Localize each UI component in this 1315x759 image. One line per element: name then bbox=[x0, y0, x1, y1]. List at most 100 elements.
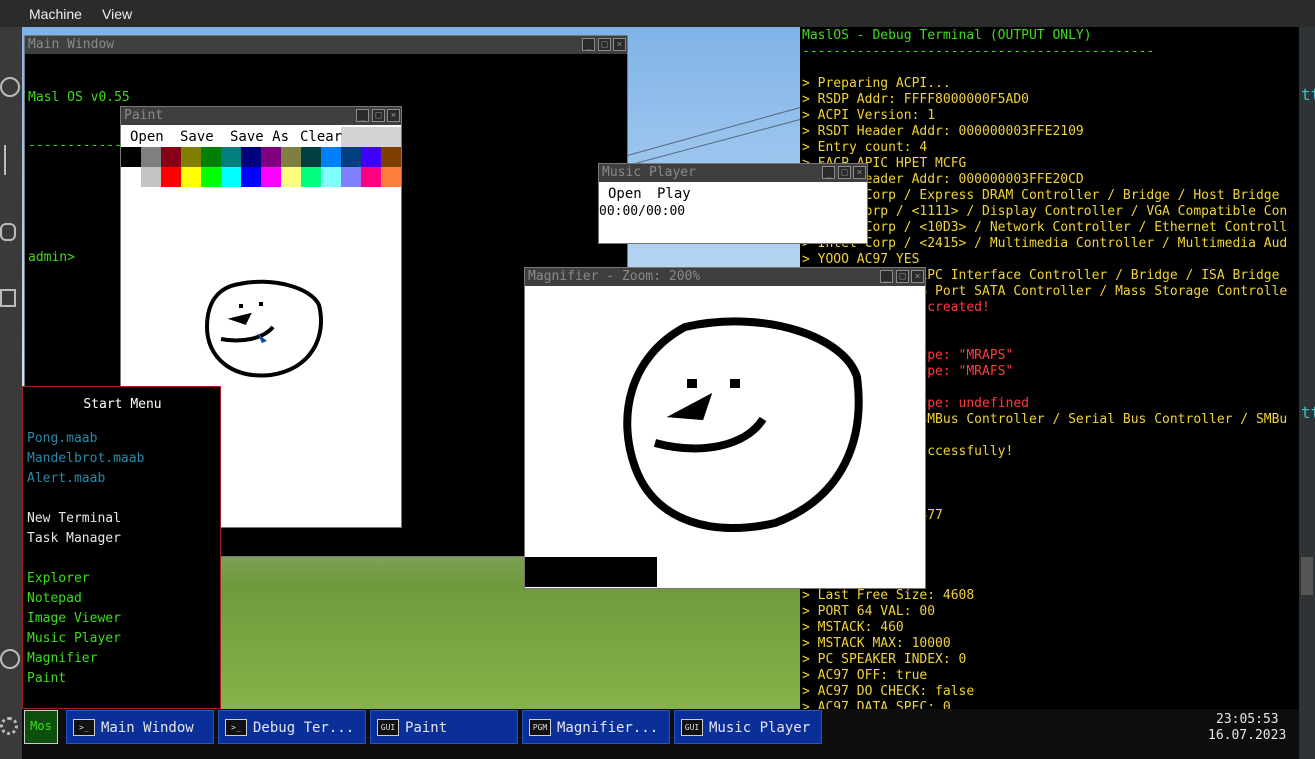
taskbar-button[interactable]: GUI Music Player bbox=[674, 710, 822, 744]
palette-swatch[interactable] bbox=[381, 147, 401, 167]
start-menu-item[interactable]: Image Viewer bbox=[27, 609, 144, 629]
palette-swatch[interactable] bbox=[121, 167, 141, 187]
palette-swatch[interactable] bbox=[141, 167, 161, 187]
paint-titlebar[interactable]: Paint _ □ × bbox=[121, 107, 401, 125]
paint-save-button[interactable]: Save bbox=[180, 129, 214, 145]
paint-save-as-button[interactable]: Save As bbox=[230, 129, 289, 145]
search-icon[interactable] bbox=[0, 77, 20, 97]
palette-swatch[interactable] bbox=[381, 167, 401, 187]
taskbar-button[interactable]: PGM Magnifier... bbox=[522, 710, 670, 744]
maximize-icon[interactable]: □ bbox=[372, 109, 385, 122]
debug-line: > MCFG Header Addr: 000000003FFE20CD bbox=[802, 172, 1084, 187]
maximize-icon[interactable]: □ bbox=[838, 166, 851, 179]
palette-swatch[interactable] bbox=[241, 167, 261, 187]
palette-swatch[interactable] bbox=[161, 167, 181, 187]
host-menu-view[interactable]: View bbox=[102, 6, 132, 22]
start-menu-item[interactable]: Magnifier bbox=[27, 649, 144, 669]
palette-swatch[interactable] bbox=[361, 147, 381, 167]
debug-line: > ACPI Version: 1 bbox=[802, 108, 936, 123]
music-player-titlebar[interactable]: Music Player _ □ × bbox=[599, 164, 867, 182]
start-menu-spacer bbox=[27, 549, 144, 569]
start-menu-item[interactable]: Music Player bbox=[27, 629, 144, 649]
start-menu-item[interactable]: Notepad bbox=[27, 589, 144, 609]
palette-swatch[interactable] bbox=[241, 147, 261, 167]
host-side-panel: tt tt bbox=[1299, 27, 1315, 759]
debug-terminal-title: MaslOS - Debug Terminal (OUTPUT ONLY) bbox=[802, 28, 1092, 43]
palette-swatch[interactable] bbox=[321, 147, 341, 167]
gear-icon[interactable] bbox=[0, 717, 18, 735]
start-menu-item[interactable]: Paint bbox=[27, 669, 144, 689]
start-menu-item[interactable]: New Terminal bbox=[27, 509, 144, 529]
debug-line: > Intel Corp / <2415> / Multimedia Contr… bbox=[802, 236, 1288, 251]
music-player-window[interactable]: Music Player _ □ × Open Play 00:00/00:00 bbox=[598, 163, 868, 244]
taskbar-button-label: Music Player bbox=[709, 720, 811, 736]
palette-swatch[interactable] bbox=[301, 167, 321, 187]
palette-swatch[interactable] bbox=[281, 147, 301, 167]
window-icon: GUI bbox=[681, 719, 703, 736]
taskbar-button[interactable]: >_ Debug Ter... bbox=[218, 710, 366, 744]
maximize-icon[interactable]: □ bbox=[598, 38, 611, 51]
minimize-icon[interactable]: _ bbox=[356, 109, 369, 122]
palette-swatch[interactable] bbox=[201, 147, 221, 167]
debug-line: > RSDP Addr: FFFF8000000F5AD0 bbox=[802, 92, 1029, 107]
palette-swatch[interactable] bbox=[201, 167, 221, 187]
palette-swatch[interactable] bbox=[261, 167, 281, 187]
palette-swatch[interactable] bbox=[221, 147, 241, 167]
main-window-titlebar[interactable]: Main Window _ □ × bbox=[25, 36, 627, 54]
terminal-prompt[interactable]: admin> bbox=[28, 250, 130, 266]
account-icon[interactable] bbox=[0, 649, 20, 669]
music-play-button[interactable]: Play bbox=[657, 186, 691, 202]
magnifier-titlebar[interactable]: Magnifier - Zoom: 200% _ □ × bbox=[525, 268, 925, 286]
taskbar-button[interactable]: GUI Paint bbox=[370, 710, 518, 744]
music-open-button[interactable]: Open bbox=[608, 186, 642, 202]
taskbar-button[interactable]: >_ Main Window bbox=[66, 710, 214, 744]
start-menu-item[interactable]: Mandelbrot.maab bbox=[27, 449, 144, 469]
main-window-terminal[interactable]: Masl OS v0.55 ------------ admin> bbox=[28, 58, 130, 298]
debug-line: > YOOO AC97 YES bbox=[802, 252, 920, 267]
window-icon: >_ bbox=[73, 719, 95, 736]
clock-date: 16.07.2023 bbox=[1208, 728, 1287, 743]
debug-icon[interactable] bbox=[0, 223, 16, 241]
start-menu-item[interactable]: Explorer bbox=[27, 569, 144, 589]
close-icon[interactable]: × bbox=[387, 109, 400, 122]
close-icon[interactable]: × bbox=[911, 270, 924, 283]
start-menu-item[interactable]: Pong.maab bbox=[27, 429, 144, 449]
debug-line: > Preparing ACPI... bbox=[802, 76, 951, 91]
minimize-icon[interactable]: _ bbox=[582, 38, 595, 51]
minimize-icon[interactable]: _ bbox=[880, 270, 893, 283]
start-button[interactable]: Mos bbox=[24, 710, 58, 744]
start-menu-item[interactable]: Task Manager bbox=[27, 529, 144, 549]
palette-swatch[interactable] bbox=[181, 167, 201, 187]
palette-swatch[interactable] bbox=[341, 167, 361, 187]
window-icon: PGM bbox=[529, 719, 551, 736]
palette-swatch[interactable] bbox=[321, 167, 341, 187]
palette-swatch[interactable] bbox=[341, 147, 361, 167]
git-icon[interactable] bbox=[4, 145, 16, 175]
debug-line: > AC97 DO CHECK: false bbox=[802, 684, 975, 699]
magnifier-window[interactable]: Magnifier - Zoom: 200% _ □ × bbox=[524, 267, 926, 589]
start-menu-item[interactable]: Alert.maab bbox=[27, 469, 144, 489]
maximize-icon[interactable]: □ bbox=[896, 270, 909, 283]
close-icon[interactable]: × bbox=[853, 166, 866, 179]
palette-swatch[interactable] bbox=[121, 147, 141, 167]
scrollbar-thumb[interactable] bbox=[1301, 557, 1313, 595]
paint-palette bbox=[121, 147, 401, 187]
palette-swatch[interactable] bbox=[301, 147, 321, 167]
palette-swatch[interactable] bbox=[261, 147, 281, 167]
start-menu[interactable]: Start Menu Pong.maab Mandelbrot.maab Alert… bbox=[22, 386, 221, 709]
palette-swatch[interactable] bbox=[221, 167, 241, 187]
host-menu-machine[interactable]: Machine bbox=[29, 6, 82, 22]
paint-open-button[interactable]: Open bbox=[130, 129, 164, 145]
palette-swatch[interactable] bbox=[141, 147, 161, 167]
palette-swatch[interactable] bbox=[181, 147, 201, 167]
palette-swatch[interactable] bbox=[281, 167, 301, 187]
paint-clear-button[interactable]: Clear bbox=[300, 129, 342, 145]
palette-swatch[interactable] bbox=[361, 167, 381, 187]
debug-line: > RSDT Header Addr: 000000003FFE2109 bbox=[802, 124, 1084, 139]
minimize-icon[interactable]: _ bbox=[822, 166, 835, 179]
palette-swatch[interactable] bbox=[161, 147, 181, 167]
close-icon[interactable]: × bbox=[613, 38, 626, 51]
host-dock bbox=[0, 27, 22, 759]
extensions-icon[interactable] bbox=[0, 289, 16, 307]
